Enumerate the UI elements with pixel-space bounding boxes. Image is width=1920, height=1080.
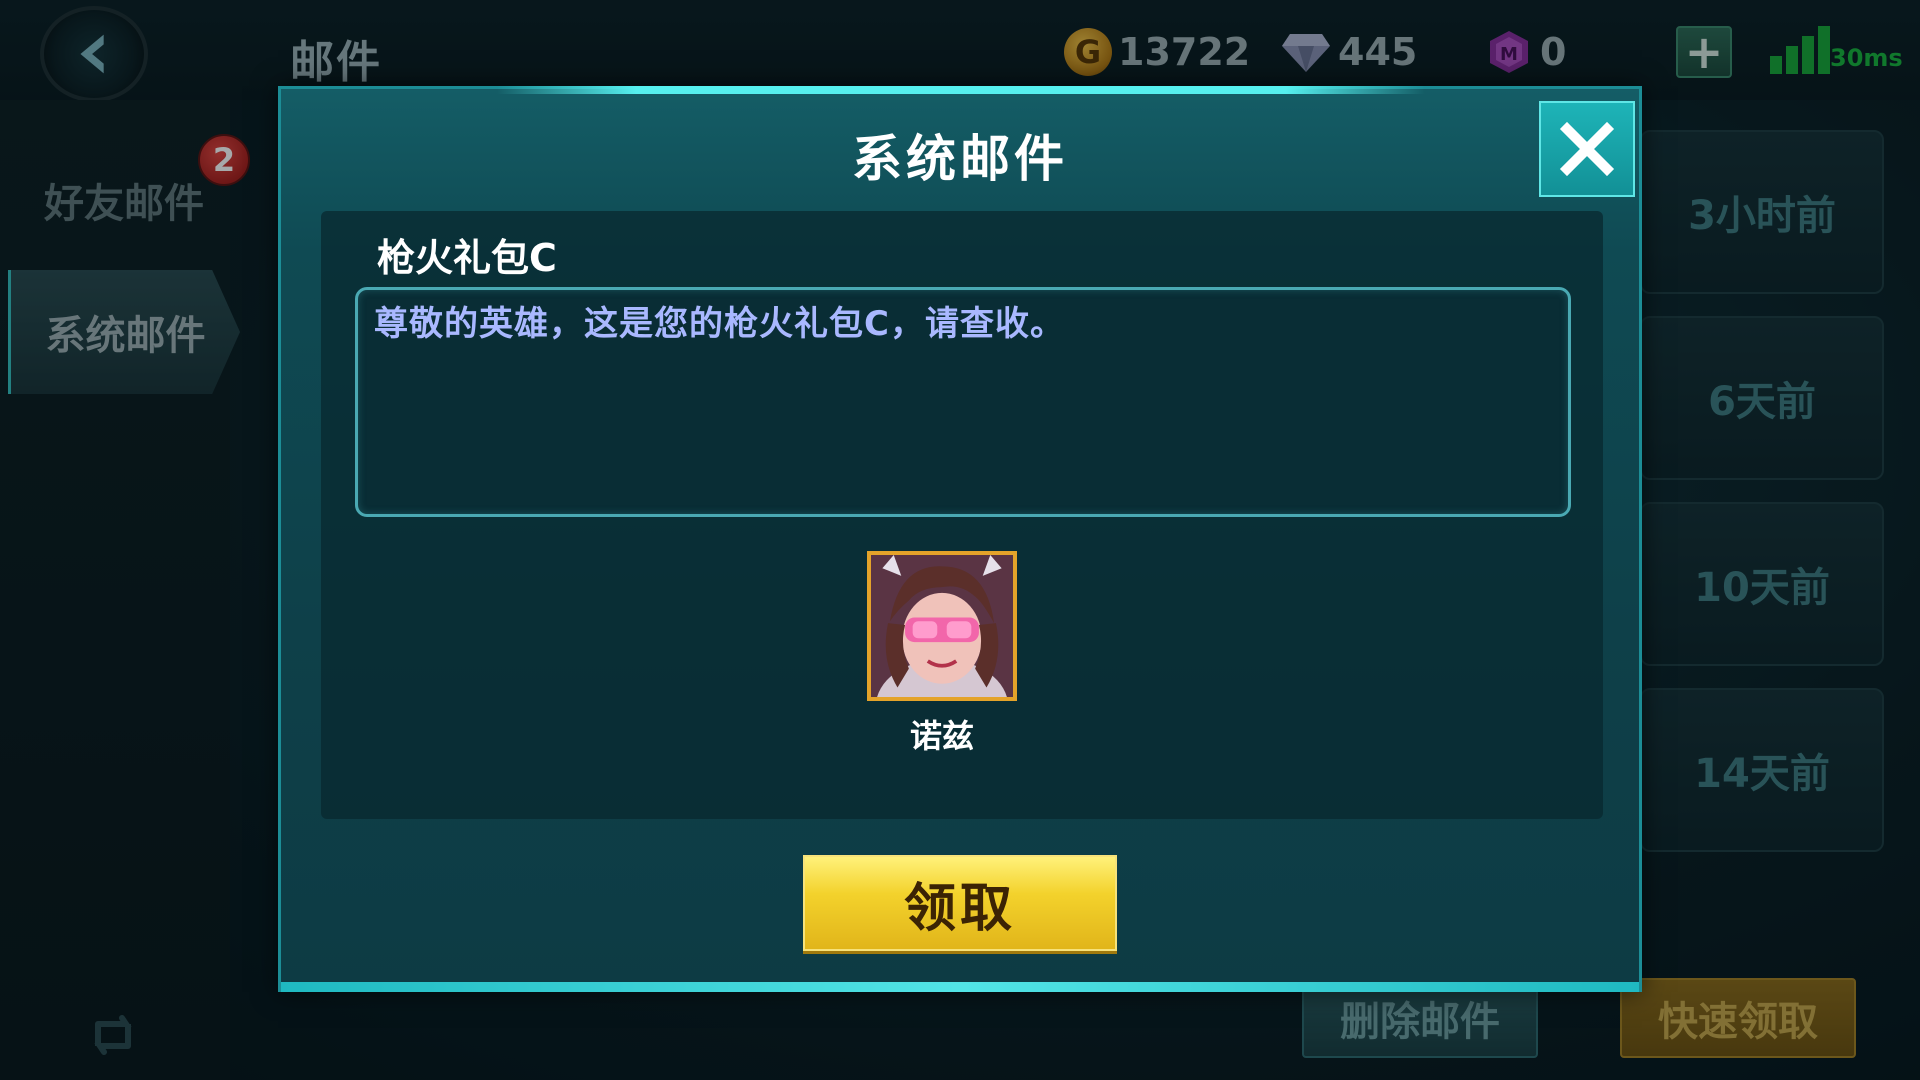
mail-body-text: 尊敬的英雄，这是您的枪火礼包C，请查收。 — [374, 304, 1065, 344]
mail-content-panel: 枪火礼包C 尊敬的英雄，这是您的枪火礼包C，请查收。 诺兹 — [321, 211, 1603, 819]
close-icon — [1559, 121, 1615, 177]
mail-subject: 枪火礼包C — [377, 236, 557, 280]
reward-item[interactable] — [867, 551, 1017, 701]
dialog-top-glow — [497, 86, 1425, 94]
reward-name: 诺兹 — [909, 717, 974, 755]
mail-body-box: 尊敬的英雄，这是您的枪火礼包C，请查收。 — [355, 287, 1571, 517]
hero-portrait-icon — [871, 555, 1013, 697]
close-button[interactable] — [1539, 101, 1635, 197]
claim-button[interactable]: 领取 — [803, 855, 1117, 951]
system-mail-dialog: 系统邮件 枪火礼包C 尊敬的英雄，这是您的枪火礼包C，请查收。 诺兹 领取 — [278, 86, 1642, 992]
dialog-bottom-glow — [281, 982, 1639, 992]
dialog-title: 系统邮件 — [852, 130, 1068, 188]
